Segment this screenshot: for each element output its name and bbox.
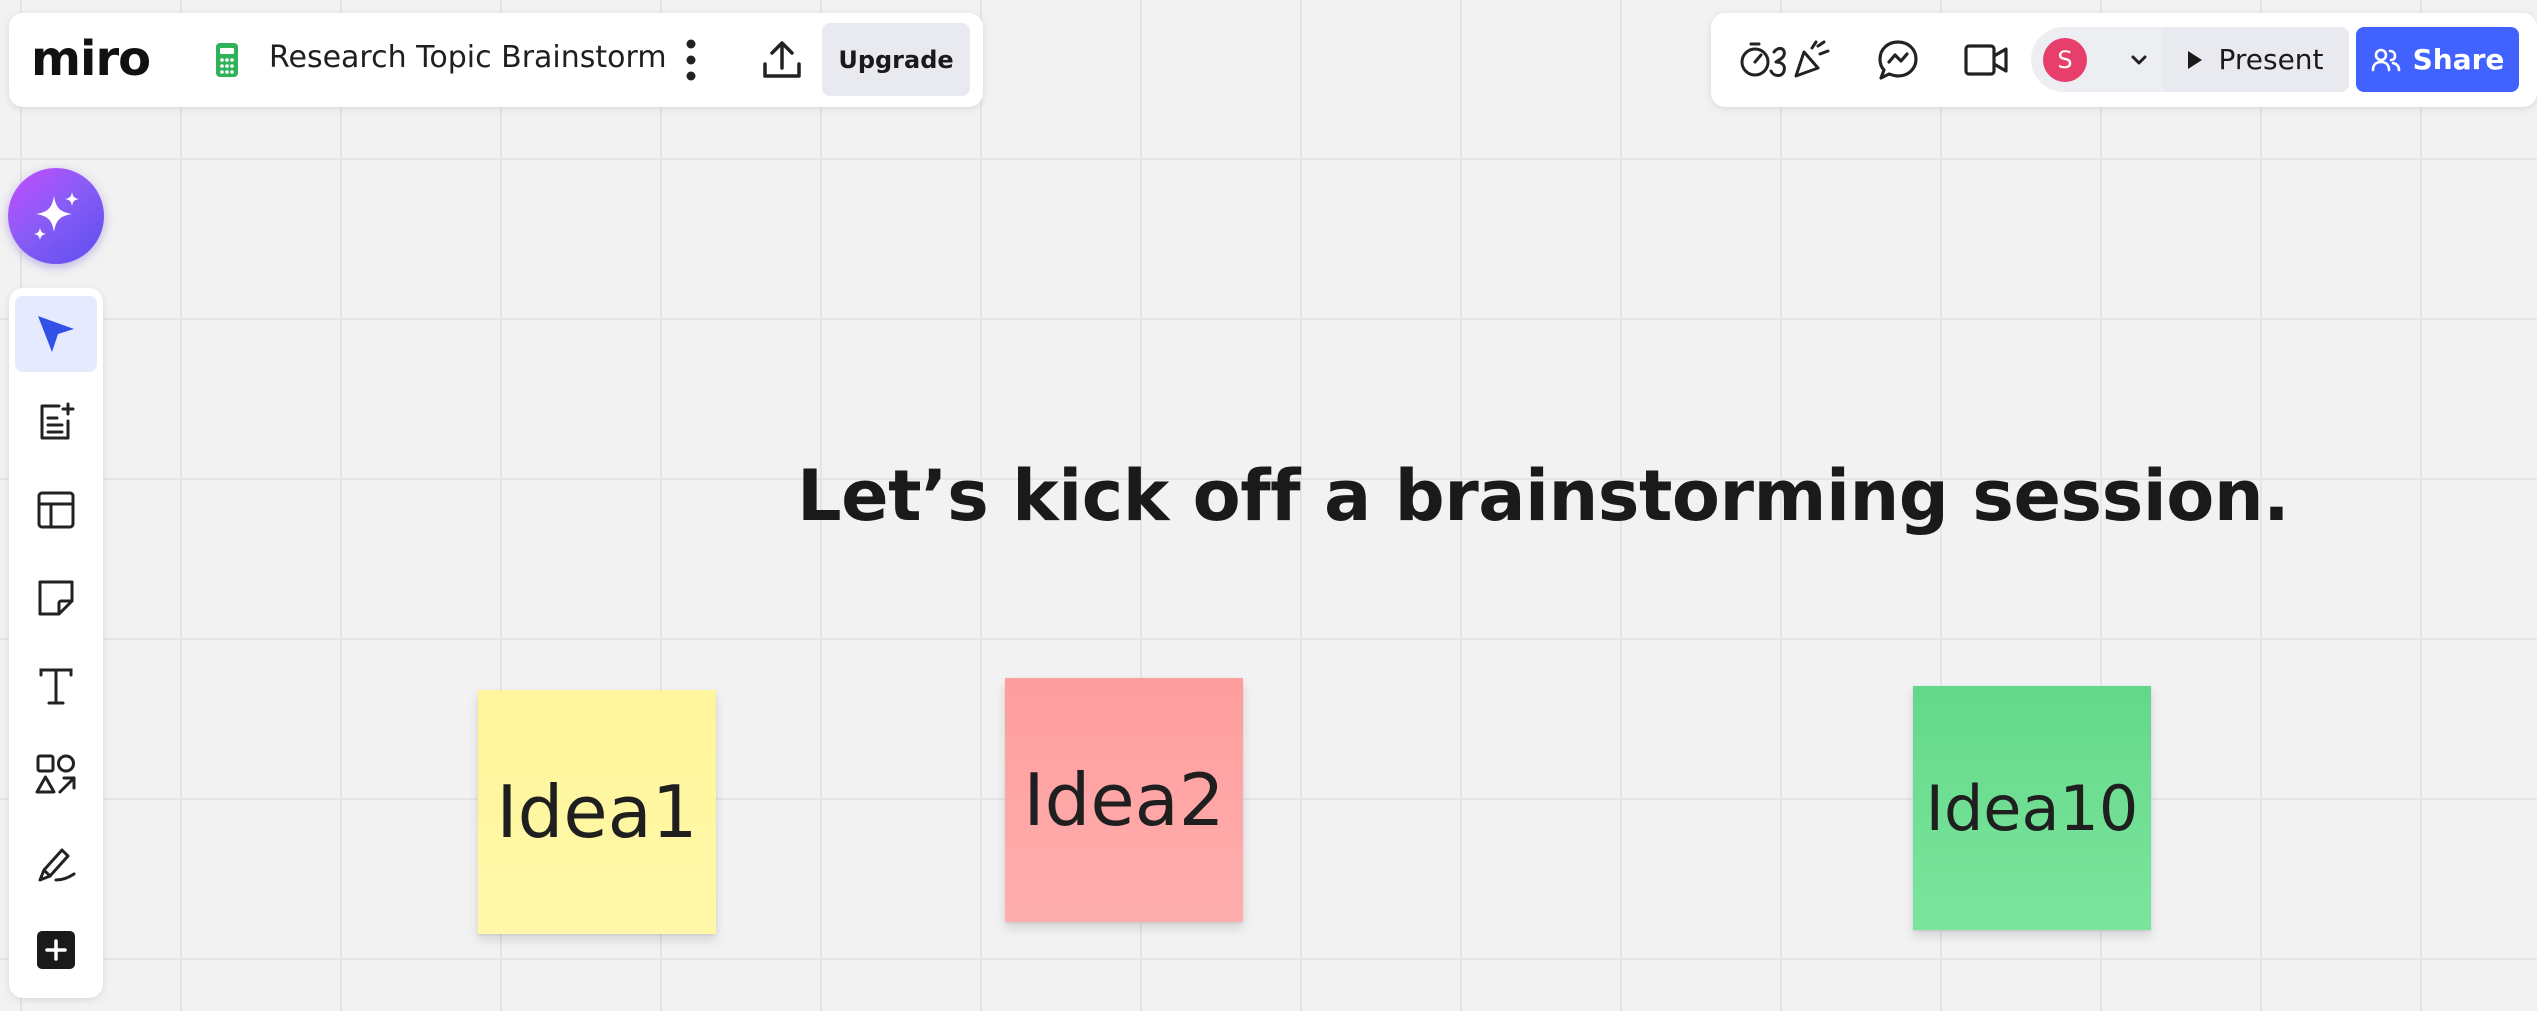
pen-tool[interactable] [15, 824, 97, 900]
shapes-icon [35, 754, 76, 794]
timer-reactions-button[interactable] [1731, 30, 1841, 90]
sticky-note[interactable]: Idea1 [478, 690, 716, 934]
export-icon [763, 41, 801, 78]
present-button[interactable]: Present [2161, 27, 2349, 92]
timer-reactions-icon [1740, 40, 1830, 78]
top-right-toolbar: S Present Share [1711, 13, 2537, 107]
more-apps-tool[interactable] [15, 912, 97, 988]
chevron-down-icon [2125, 47, 2153, 73]
board-headline[interactable]: Let’s kick off a brainstorming session. [797, 455, 2290, 537]
chat-icon [1878, 40, 1918, 80]
pen-icon [38, 848, 76, 882]
sticky-note-icon [38, 580, 74, 616]
users-icon [2371, 48, 2400, 71]
shapes-tool[interactable] [15, 736, 97, 812]
board-icon[interactable] [207, 40, 247, 80]
export-button[interactable] [747, 30, 817, 90]
chat-button[interactable] [1863, 30, 1933, 90]
miro-logo[interactable]: miro [31, 31, 151, 87]
cursor-icon [38, 316, 74, 352]
share-label: Share [2412, 43, 2505, 76]
present-label: Present [2218, 43, 2324, 76]
frame-icon [37, 491, 75, 529]
frame-tool[interactable] [15, 472, 97, 548]
avatar[interactable]: S [2043, 38, 2087, 82]
text-icon [39, 668, 73, 705]
more-menu-button[interactable] [661, 30, 721, 90]
select-tool[interactable] [15, 296, 97, 372]
sticky-note[interactable]: Idea2 [1005, 678, 1243, 922]
sparkle-icon [34, 192, 79, 240]
ai-assistant-button[interactable] [8, 168, 104, 264]
board-title[interactable]: Research Topic Brainstorm [269, 40, 667, 75]
add-note-icon [40, 402, 75, 440]
templates-tool[interactable] [15, 384, 97, 460]
left-toolbar [9, 288, 103, 998]
share-button[interactable]: Share [2356, 27, 2519, 92]
add-square-icon [37, 931, 75, 969]
upgrade-button[interactable]: Upgrade [822, 23, 970, 96]
video-call-button[interactable] [1951, 30, 2021, 90]
video-icon [1964, 44, 2008, 76]
text-tool[interactable] [15, 648, 97, 724]
top-left-toolbar: miro Research Topic Brainstorm Upgrade [9, 13, 983, 107]
more-vertical-icon [686, 39, 696, 81]
sticky-note[interactable]: Idea10 [1913, 686, 2151, 930]
play-icon [2188, 50, 2203, 69]
sticky-note-tool[interactable] [15, 560, 97, 636]
